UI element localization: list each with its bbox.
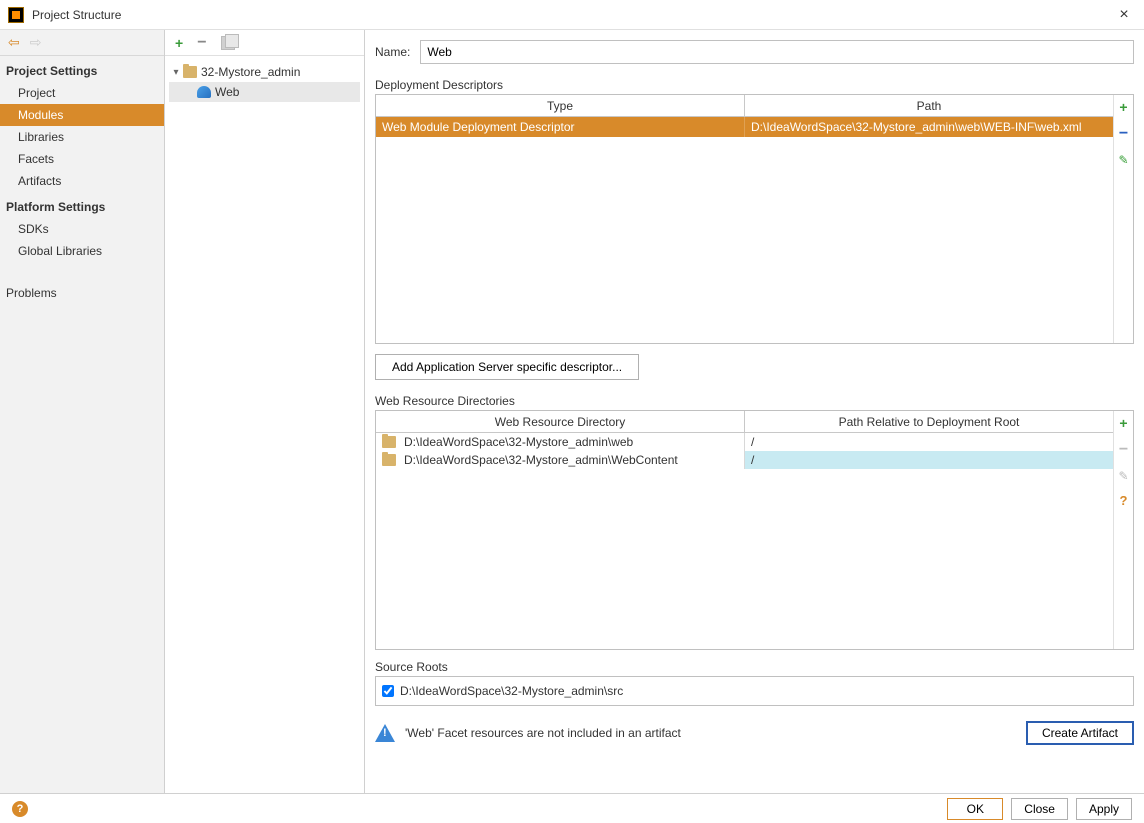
module-tree-panel: + − ▾ 32-Mystore_admin Web <box>165 30 365 793</box>
source-roots-box: D:\IdeaWordSpace\32-Mystore_admin\src <box>375 676 1134 706</box>
folder-icon <box>382 436 396 448</box>
wrd-dir-text: D:\IdeaWordSpace\32-Mystore_admin\web <box>404 433 633 451</box>
wrd-cell-path: / <box>745 433 1113 451</box>
sidebar-item-global-libraries[interactable]: Global Libraries <box>0 240 164 262</box>
caret-down-icon[interactable]: ▾ <box>169 67 183 78</box>
tree-toolbar: + − <box>165 30 364 56</box>
dd-edit-icon[interactable]: ✎ <box>1118 153 1128 167</box>
name-row: Name: <box>375 40 1134 64</box>
wrd-row[interactable]: D:\IdeaWordSpace\32-Mystore_admin\web / <box>376 433 1113 451</box>
dd-section-title: Deployment Descriptors <box>375 78 1134 92</box>
copy-icon[interactable] <box>221 36 235 50</box>
dd-remove-icon[interactable]: − <box>1119 125 1128 143</box>
app-icon <box>8 7 24 23</box>
ok-button[interactable]: OK <box>947 798 1003 820</box>
back-icon[interactable]: ⇦ <box>8 34 20 51</box>
wrd-col-path: Path Relative to Deployment Root <box>745 411 1113 432</box>
dd-cell-path: D:\IdeaWordSpace\32-Mystore_admin\web\WE… <box>745 117 1113 137</box>
module-folder-icon <box>183 66 197 78</box>
wrd-cell-dir: D:\IdeaWordSpace\32-Mystore_admin\WebCon… <box>376 451 745 469</box>
wrd-edit-icon[interactable]: ✎ <box>1118 469 1128 483</box>
wrd-header: Web Resource Directory Path Relative to … <box>376 411 1113 433</box>
dd-side-toolbar: + − ✎ <box>1113 95 1133 343</box>
remove-icon[interactable]: − <box>197 34 206 52</box>
main-content: Name: Deployment Descriptors Type Path W… <box>365 30 1144 793</box>
wrd-dir-text: D:\IdeaWordSpace\32-Mystore_admin\WebCon… <box>404 451 678 469</box>
wrd-cell-path: / <box>745 451 1113 469</box>
wrd-col-dir: Web Resource Directory <box>376 411 745 432</box>
wrd-section-title: Web Resource Directories <box>375 394 1134 408</box>
project-settings-header: Project Settings <box>0 56 164 82</box>
settings-sidebar: ⇦ ⇨ Project Settings Project Modules Lib… <box>0 30 165 793</box>
dd-row[interactable]: Web Module Deployment Descriptor D:\Idea… <box>376 117 1113 137</box>
wrd-row[interactable]: D:\IdeaWordSpace\32-Mystore_admin\WebCon… <box>376 451 1113 469</box>
add-icon[interactable]: + <box>175 35 183 51</box>
dd-add-icon[interactable]: + <box>1119 99 1127 115</box>
source-root-path: D:\IdeaWordSpace\32-Mystore_admin\src <box>400 684 623 698</box>
tree-facet-label: Web <box>215 85 239 99</box>
dd-table: Type Path Web Module Deployment Descript… <box>376 95 1113 343</box>
tree-module-row[interactable]: ▾ 32-Mystore_admin <box>169 62 360 82</box>
create-artifact-button[interactable]: Create Artifact <box>1026 721 1134 745</box>
warning-message: 'Web' Facet resources are not included i… <box>405 726 1016 740</box>
name-input[interactable] <box>420 40 1134 64</box>
close-button[interactable]: Close <box>1011 798 1068 820</box>
folder-icon <box>382 454 396 466</box>
dd-col-type: Type <box>376 95 745 116</box>
window-title: Project Structure <box>32 8 1112 22</box>
dd-table-container: Type Path Web Module Deployment Descript… <box>375 94 1134 344</box>
sidebar-item-problems[interactable]: Problems <box>0 282 164 304</box>
tree-module-label: 32-Mystore_admin <box>201 65 300 79</box>
wrd-side-toolbar: + − ✎ ? <box>1113 411 1133 649</box>
dialog-footer: ? OK Close Apply <box>0 793 1144 823</box>
dd-cell-type: Web Module Deployment Descriptor <box>376 117 745 137</box>
platform-settings-header: Platform Settings <box>0 192 164 218</box>
add-server-descriptor-button[interactable]: Add Application Server specific descript… <box>375 354 639 380</box>
tree-facet-row[interactable]: Web <box>169 82 360 102</box>
close-icon[interactable]: × <box>1112 6 1136 24</box>
wrd-remove-icon[interactable]: − <box>1119 441 1128 459</box>
nav-arrows: ⇦ ⇨ <box>0 30 164 56</box>
sidebar-item-libraries[interactable]: Libraries <box>0 126 164 148</box>
wrd-add-icon[interactable]: + <box>1119 415 1127 431</box>
source-root-checkbox[interactable] <box>382 685 394 697</box>
wrd-table: Web Resource Directory Path Relative to … <box>376 411 1113 649</box>
name-label: Name: <box>375 45 410 59</box>
forward-icon[interactable]: ⇨ <box>30 34 42 51</box>
warning-row: 'Web' Facet resources are not included i… <box>375 714 1134 752</box>
help-icon[interactable]: ? <box>12 801 28 817</box>
wrd-cell-dir: D:\IdeaWordSpace\32-Mystore_admin\web <box>376 433 745 451</box>
sidebar-item-facets[interactable]: Facets <box>0 148 164 170</box>
dd-col-path: Path <box>745 95 1113 116</box>
apply-button[interactable]: Apply <box>1076 798 1132 820</box>
sidebar-item-modules[interactable]: Modules <box>0 104 164 126</box>
web-facet-icon <box>197 86 211 98</box>
titlebar: Project Structure × <box>0 0 1144 30</box>
wrd-table-container: Web Resource Directory Path Relative to … <box>375 410 1134 650</box>
wrd-help-icon[interactable]: ? <box>1120 493 1128 508</box>
sidebar-item-sdks[interactable]: SDKs <box>0 218 164 240</box>
warning-icon <box>375 724 395 742</box>
module-tree: ▾ 32-Mystore_admin Web <box>165 56 364 108</box>
sidebar-item-project[interactable]: Project <box>0 82 164 104</box>
sidebar-item-artifacts[interactable]: Artifacts <box>0 170 164 192</box>
dd-header: Type Path <box>376 95 1113 117</box>
sr-section-title: Source Roots <box>375 660 1134 674</box>
